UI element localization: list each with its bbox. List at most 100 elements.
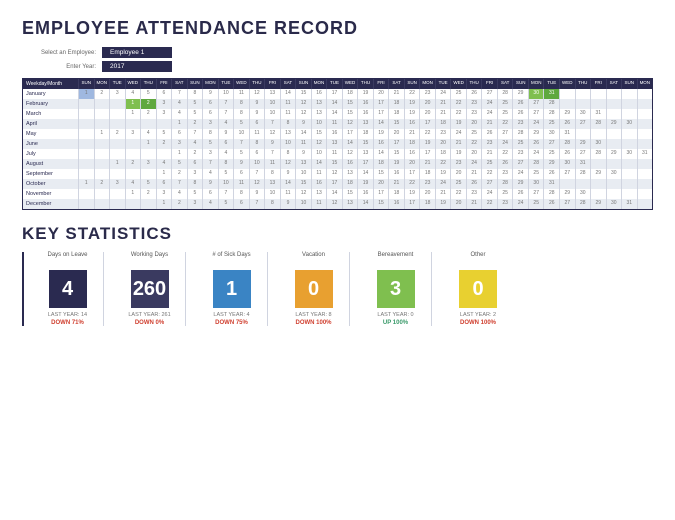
day-cell[interactable]: 28 [543, 109, 559, 119]
day-cell[interactable]: 26 [512, 189, 528, 199]
day-cell[interactable]: 5 [202, 139, 218, 149]
day-cell[interactable]: 16 [373, 139, 389, 149]
day-cell[interactable]: 18 [373, 159, 389, 169]
day-cell[interactable]: 15 [357, 139, 373, 149]
day-cell[interactable]: 16 [357, 109, 373, 119]
day-cell[interactable] [637, 99, 653, 109]
day-cell[interactable]: 11 [280, 189, 296, 199]
day-cell[interactable]: 11 [311, 169, 327, 179]
day-cell[interactable]: 28 [590, 119, 606, 129]
day-cell[interactable] [125, 119, 141, 129]
day-cell[interactable]: 14 [373, 149, 389, 159]
day-cell[interactable] [559, 89, 575, 99]
day-cell[interactable]: 6 [202, 189, 218, 199]
day-cell[interactable]: 9 [202, 89, 218, 99]
day-cell[interactable]: 1 [156, 169, 172, 179]
day-cell[interactable]: 24 [466, 159, 482, 169]
day-cell[interactable]: 21 [435, 189, 451, 199]
day-cell[interactable] [559, 179, 575, 189]
day-cell[interactable]: 5 [233, 119, 249, 129]
day-cell[interactable] [78, 159, 94, 169]
day-cell[interactable]: 5 [140, 89, 156, 99]
day-cell[interactable]: 30 [575, 109, 591, 119]
day-cell[interactable]: 22 [450, 109, 466, 119]
day-cell[interactable] [637, 89, 653, 99]
day-cell[interactable]: 13 [357, 119, 373, 129]
day-cell[interactable]: 19 [435, 169, 451, 179]
day-cell[interactable]: 24 [497, 139, 513, 149]
day-cell[interactable]: 9 [249, 189, 265, 199]
day-cell[interactable]: 21 [435, 99, 451, 109]
day-cell[interactable]: 27 [575, 119, 591, 129]
day-cell[interactable]: 30 [559, 159, 575, 169]
day-cell[interactable]: 14 [326, 99, 342, 109]
day-cell[interactable]: 30 [590, 139, 606, 149]
day-cell[interactable]: 15 [373, 199, 389, 209]
day-cell[interactable]: 19 [450, 149, 466, 159]
day-cell[interactable]: 8 [187, 179, 203, 189]
day-cell[interactable]: 18 [388, 109, 404, 119]
day-cell[interactable] [109, 99, 125, 109]
day-cell[interactable]: 21 [481, 149, 497, 159]
day-cell[interactable]: 3 [171, 139, 187, 149]
day-cell[interactable]: 17 [357, 159, 373, 169]
day-cell[interactable]: 21 [388, 179, 404, 189]
day-cell[interactable]: 12 [264, 129, 280, 139]
day-cell[interactable]: 4 [202, 199, 218, 209]
day-cell[interactable]: 18 [357, 129, 373, 139]
day-cell[interactable] [78, 139, 94, 149]
day-cell[interactable]: 2 [171, 169, 187, 179]
day-cell[interactable] [575, 89, 591, 99]
day-cell[interactable]: 29 [606, 149, 622, 159]
day-cell[interactable]: 23 [419, 179, 435, 189]
day-cell[interactable]: 6 [249, 149, 265, 159]
day-cell[interactable]: 17 [419, 149, 435, 159]
day-cell[interactable]: 21 [466, 199, 482, 209]
day-cell[interactable]: 27 [543, 139, 559, 149]
day-cell[interactable]: 18 [342, 89, 358, 99]
day-cell[interactable]: 10 [233, 129, 249, 139]
day-cell[interactable]: 13 [342, 199, 358, 209]
day-cell[interactable]: 31 [575, 159, 591, 169]
day-cell[interactable]: 6 [187, 159, 203, 169]
day-cell[interactable]: 16 [326, 129, 342, 139]
day-cell[interactable] [559, 99, 575, 109]
day-cell[interactable]: 7 [218, 109, 234, 119]
day-cell[interactable]: 19 [404, 109, 420, 119]
day-cell[interactable]: 1 [109, 159, 125, 169]
day-cell[interactable]: 22 [481, 199, 497, 209]
day-cell[interactable] [637, 129, 653, 139]
day-cell[interactable]: 10 [311, 149, 327, 159]
day-cell[interactable]: 1 [94, 129, 110, 139]
day-cell[interactable]: 29 [590, 199, 606, 209]
day-cell[interactable] [109, 189, 125, 199]
day-cell[interactable] [606, 109, 622, 119]
day-cell[interactable] [109, 169, 125, 179]
day-cell[interactable]: 22 [466, 139, 482, 149]
day-cell[interactable]: 8 [280, 149, 296, 159]
day-cell[interactable]: 9 [249, 109, 265, 119]
day-cell[interactable] [621, 189, 637, 199]
day-cell[interactable]: 1 [78, 89, 94, 99]
day-cell[interactable]: 15 [295, 89, 311, 99]
day-cell[interactable]: 27 [512, 159, 528, 169]
day-cell[interactable]: 4 [202, 169, 218, 179]
day-cell[interactable]: 5 [187, 189, 203, 199]
day-cell[interactable]: 7 [171, 179, 187, 189]
day-cell[interactable]: 23 [419, 89, 435, 99]
day-cell[interactable]: 5 [140, 179, 156, 189]
day-cell[interactable]: 10 [295, 169, 311, 179]
day-cell[interactable]: 28 [559, 139, 575, 149]
day-cell[interactable]: 13 [280, 129, 296, 139]
day-cell[interactable]: 10 [280, 139, 296, 149]
day-cell[interactable]: 18 [342, 179, 358, 189]
day-cell[interactable]: 23 [512, 149, 528, 159]
day-cell[interactable]: 17 [342, 129, 358, 139]
day-cell[interactable]: 12 [249, 179, 265, 189]
day-cell[interactable]: 24 [481, 109, 497, 119]
day-cell[interactable]: 17 [373, 109, 389, 119]
day-cell[interactable]: 22 [404, 89, 420, 99]
day-cell[interactable]: 18 [419, 199, 435, 209]
day-cell[interactable]: 9 [264, 139, 280, 149]
day-cell[interactable]: 26 [559, 119, 575, 129]
